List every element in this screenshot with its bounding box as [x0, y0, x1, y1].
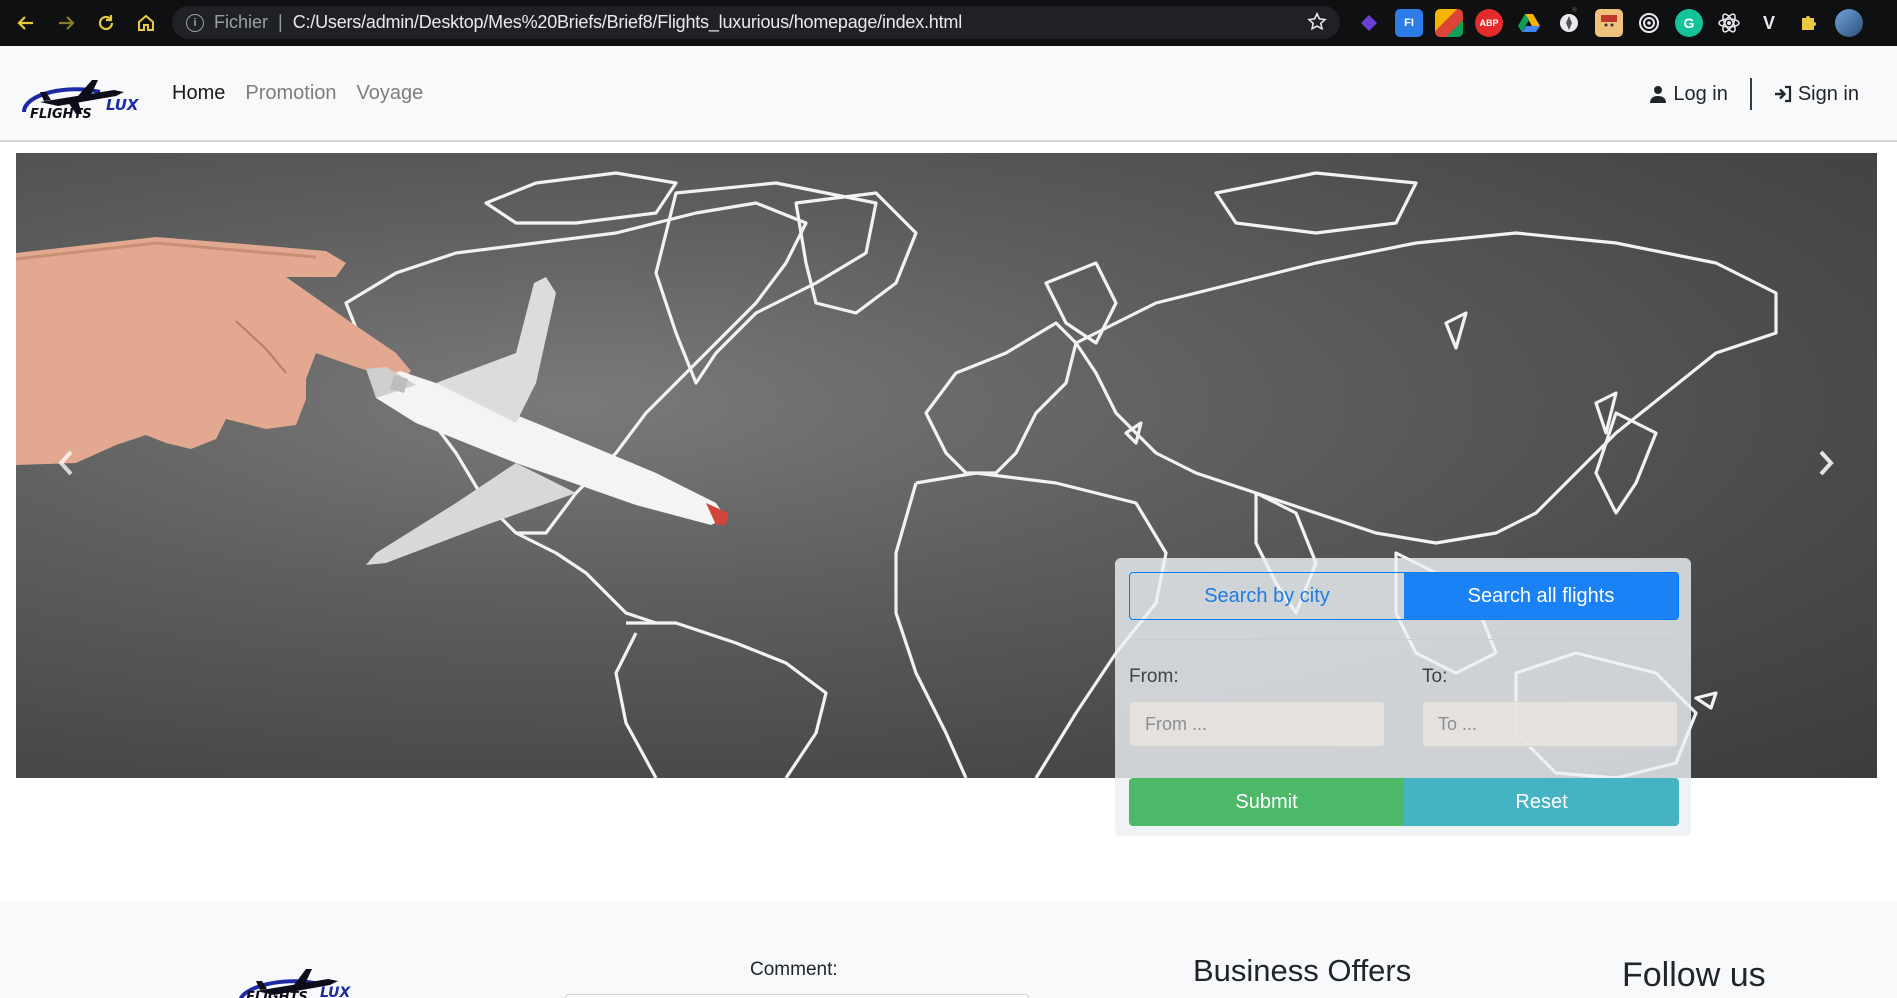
ext-drive-icon[interactable] — [1515, 9, 1543, 37]
comment-textarea[interactable] — [565, 994, 1029, 998]
auth-divider — [1749, 78, 1752, 110]
business-offers-heading: Business Offers — [1193, 953, 1412, 988]
model-airplane-graphic — [366, 277, 728, 565]
back-arrow-icon[interactable] — [6, 0, 46, 46]
ext-fi-icon[interactable]: FI — [1395, 9, 1423, 37]
address-bar[interactable]: i Fichier | C:/Users/admin/Desktop/Mes%2… — [172, 6, 1340, 39]
nav-link-promotion[interactable]: Promotion — [245, 82, 336, 105]
bookmark-star-icon[interactable] — [1306, 11, 1328, 33]
ext-grammarly-icon[interactable]: G — [1675, 9, 1703, 37]
site-footer: FLIGHTS LUX Comment: Business Offers Fol… — [0, 901, 1897, 998]
signin-link[interactable]: Sign in — [1774, 83, 1859, 106]
chevron-left-icon — [58, 450, 73, 476]
follow-us-heading: Follow us — [1622, 956, 1766, 994]
submit-button[interactable]: Submit — [1129, 778, 1404, 826]
nav-links: Home Promotion Voyage — [172, 82, 423, 105]
nav-link-home[interactable]: Home — [172, 82, 225, 105]
login-label: Log in — [1673, 82, 1728, 105]
info-icon[interactable]: i — [186, 13, 204, 32]
ext-face-icon[interactable] — [1595, 9, 1623, 37]
forward-arrow-icon[interactable] — [46, 0, 86, 46]
ext-google-keep-icon[interactable] — [1435, 9, 1463, 37]
home-icon[interactable] — [126, 0, 166, 46]
signin-label: Sign in — [1797, 82, 1859, 105]
reload-icon[interactable] — [86, 0, 126, 46]
ext-target-icon[interactable] — [1635, 9, 1663, 37]
nav-link-voyage[interactable]: Voyage — [357, 82, 424, 105]
ext-v-icon[interactable]: V — [1755, 9, 1783, 37]
reset-button[interactable]: Reset — [1404, 778, 1679, 826]
browser-toolbar: i Fichier | C:/Users/admin/Desktop/Mes%2… — [0, 0, 1897, 46]
login-link[interactable]: Log in — [1649, 83, 1728, 106]
form-actions: Submit Reset — [1129, 778, 1679, 826]
ext-abp-icon[interactable]: ABP — [1475, 9, 1503, 37]
carousel-prev-button[interactable] — [46, 443, 86, 483]
to-input[interactable]: To ... — [1422, 701, 1678, 747]
svg-text:LUX: LUX — [106, 96, 140, 114]
url-text[interactable]: C:/Users/admin/Desktop/Mes%20Briefs/Brie… — [293, 12, 963, 33]
address-separator: | — [278, 12, 283, 32]
from-input[interactable]: From ... — [1129, 701, 1385, 747]
sign-in-icon — [1774, 85, 1791, 103]
ext-puzzle-icon[interactable] — [1795, 9, 1823, 37]
extensions-bar: FI ABP G V — [1355, 9, 1863, 37]
flight-search-card: Search by city Search all flights From: … — [1115, 558, 1691, 836]
svg-text:FLIGHTS: FLIGHTS — [246, 990, 308, 998]
tab-search-by-city[interactable]: Search by city — [1130, 573, 1404, 619]
user-icon — [1650, 86, 1667, 103]
tab-search-all-flights[interactable]: Search all flights — [1404, 573, 1678, 619]
site-navbar: FLIGHTS LUX Home Promotion Voyage Log in… — [0, 46, 1897, 142]
ext-profile-icon[interactable] — [1835, 9, 1863, 37]
card-divider — [1129, 639, 1679, 640]
ext-compass-icon[interactable] — [1555, 9, 1583, 37]
chevron-right-icon — [1819, 450, 1834, 476]
svg-text:LUX: LUX — [320, 985, 352, 998]
to-label: To: — [1422, 666, 1448, 687]
svg-text:FLIGHTS: FLIGHTS — [30, 107, 92, 122]
comment-label: Comment: — [750, 959, 838, 980]
flights-lux-logo[interactable]: FLIGHTS LUX — [18, 66, 142, 124]
carousel-next-button[interactable] — [1806, 443, 1846, 483]
footer-logo[interactable]: FLIGHTS LUX — [236, 959, 356, 998]
ext-purple-icon[interactable] — [1355, 9, 1383, 37]
site-label: Fichier — [214, 12, 269, 32]
from-label: From: — [1129, 666, 1179, 687]
search-tabs: Search by city Search all flights — [1129, 572, 1679, 620]
ext-react-icon[interactable] — [1715, 9, 1743, 37]
auth-links: Log in Sign in — [1649, 78, 1859, 110]
